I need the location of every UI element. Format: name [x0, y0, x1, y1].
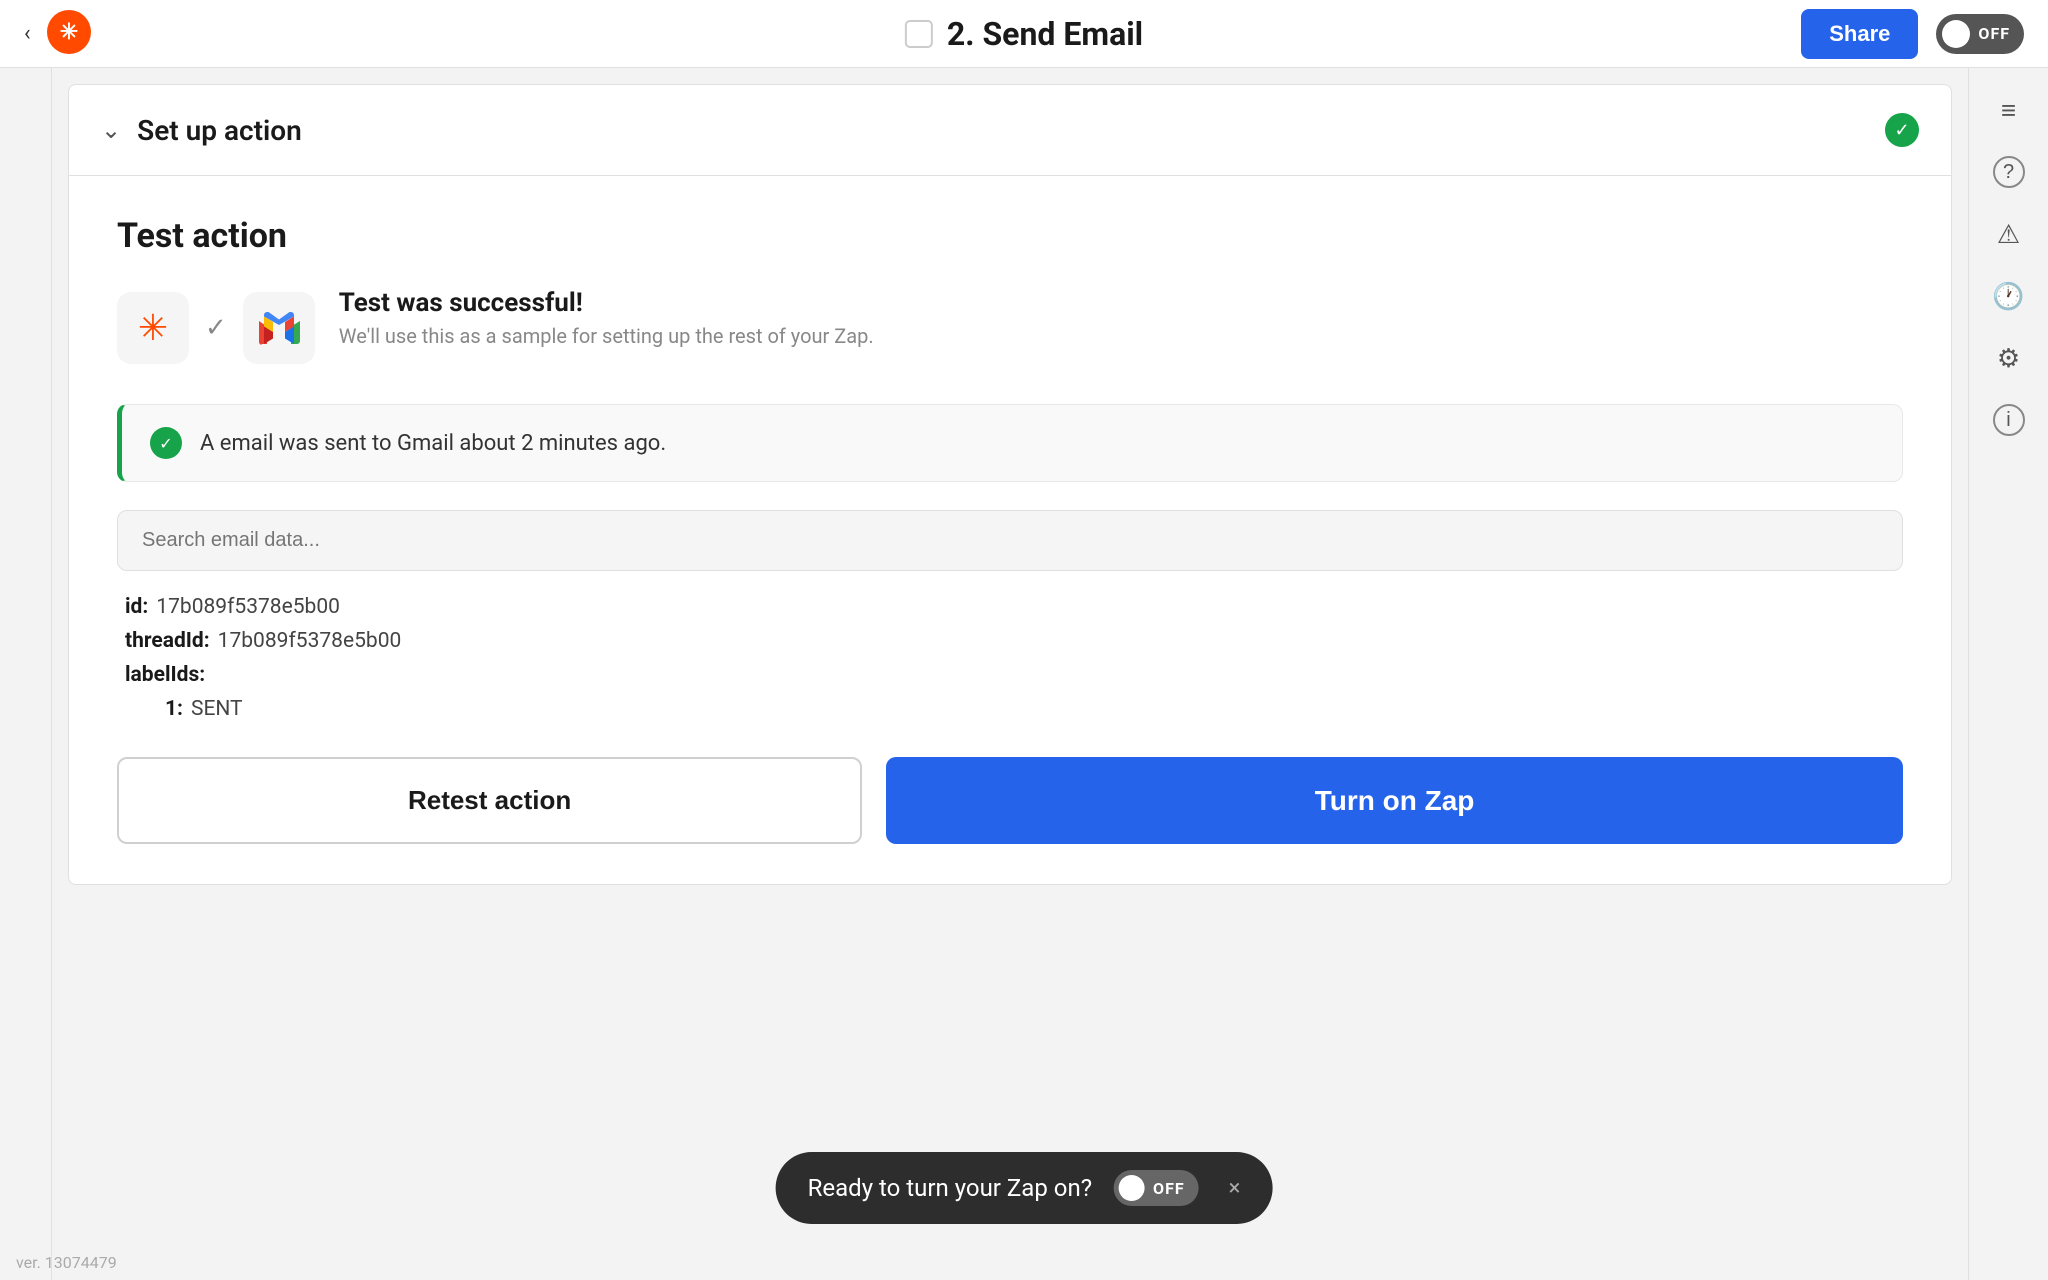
- warning-icon: ⚠: [1997, 219, 2020, 250]
- toast-close-button[interactable]: ×: [1229, 1176, 1241, 1201]
- header-right: Share OFF: [1801, 9, 2024, 59]
- toast-toggle[interactable]: OFF: [1114, 1170, 1199, 1206]
- zapier-icon-box: ✳: [117, 292, 189, 364]
- svg-text:✳: ✳: [59, 20, 77, 45]
- status-text: A email was sent to Gmail about 2 minute…: [200, 431, 666, 456]
- title-checkbox[interactable]: [905, 20, 933, 48]
- setup-panel: ⌄ Set up action ✓ Test action ✳ ✓: [68, 84, 1952, 885]
- header: ‹ ✳ 2. Send Email Share OFF: [0, 0, 2048, 68]
- warning-icon-button[interactable]: ⚠: [1983, 208, 2035, 260]
- retest-button[interactable]: Retest action: [117, 757, 862, 844]
- menu-icon: ≡: [2001, 95, 2016, 126]
- zapier-logo: ✳: [47, 10, 91, 58]
- setup-header[interactable]: ⌄ Set up action ✓: [69, 85, 1951, 176]
- header-toggle[interactable]: OFF: [1936, 14, 2024, 54]
- setup-complete-icon: ✓: [1885, 113, 1919, 147]
- connector-check-icon: ✓: [205, 313, 227, 343]
- buttons-row: Retest action Turn on Zap: [117, 757, 1903, 844]
- toast: Ready to turn your Zap on? OFF ×: [776, 1152, 1273, 1224]
- menu-icon-button[interactable]: ≡: [1983, 84, 2035, 136]
- icons-row: ✳ ✓: [117, 292, 315, 364]
- data-row-labelids: labelIds:: [125, 663, 1895, 687]
- test-action-title: Test action: [117, 216, 1903, 256]
- toggle-label: OFF: [1978, 24, 2010, 43]
- toggle-circle: [1942, 20, 1970, 48]
- page-title: 2. Send Email: [947, 15, 1143, 53]
- header-center: 2. Send Email: [905, 15, 1143, 53]
- toast-text: Ready to turn your Zap on?: [808, 1174, 1092, 1202]
- status-check-icon: ✓: [150, 427, 182, 459]
- content-area: ⌄ Set up action ✓ Test action ✳ ✓: [52, 68, 1968, 1280]
- info-icon-button[interactable]: i: [1983, 394, 2035, 446]
- setup-header-left: ⌄ Set up action: [101, 114, 302, 147]
- help-icon-button[interactable]: ?: [1983, 146, 2035, 198]
- gmail-icon-box: [243, 292, 315, 364]
- success-sub-text: We'll use this as a sample for setting u…: [339, 324, 874, 348]
- left-sidebar: [0, 68, 52, 1280]
- header-left: ‹ ✳: [24, 10, 91, 58]
- history-icon-button[interactable]: 🕐: [1983, 270, 2035, 322]
- success-main-text: Test was successful!: [339, 288, 874, 318]
- data-row-thread: threadId: 17b089f5378e5b00: [125, 629, 1895, 653]
- settings-icon-button[interactable]: ⚙: [1983, 332, 2035, 384]
- status-bar: ✓ A email was sent to Gmail about 2 minu…: [117, 404, 1903, 482]
- main-layout: ⌄ Set up action ✓ Test action ✳ ✓: [0, 68, 2048, 1280]
- turn-on-zap-button[interactable]: Turn on Zap: [886, 757, 1903, 844]
- zapier-star-icon: ✳: [138, 307, 168, 349]
- help-icon: ?: [1993, 156, 2025, 188]
- right-sidebar: ≡ ? ⚠ 🕐 ⚙ i: [1968, 68, 2048, 1280]
- back-button[interactable]: ‹: [24, 21, 31, 46]
- inner-content: Test action ✳ ✓: [69, 176, 1951, 884]
- success-text-block: Test was successful! We'll use this as a…: [339, 288, 874, 348]
- setup-title: Set up action: [137, 114, 302, 147]
- data-row-id: id: 17b089f5378e5b00: [125, 595, 1895, 619]
- search-input[interactable]: [117, 510, 1903, 571]
- settings-icon: ⚙: [1997, 343, 2020, 374]
- version-label: ver. 13074479: [16, 1253, 117, 1272]
- data-list: id: 17b089f5378e5b00 threadId: 17b089f53…: [117, 595, 1903, 721]
- info-icon: i: [1993, 404, 2025, 436]
- chevron-down-icon: ⌄: [101, 116, 121, 144]
- history-icon: 🕐: [1992, 281, 2024, 312]
- toast-toggle-circle: [1119, 1175, 1145, 1201]
- toast-toggle-label: OFF: [1153, 1179, 1185, 1198]
- data-row-label1: 1: SENT: [125, 697, 1895, 721]
- share-button[interactable]: Share: [1801, 9, 1918, 59]
